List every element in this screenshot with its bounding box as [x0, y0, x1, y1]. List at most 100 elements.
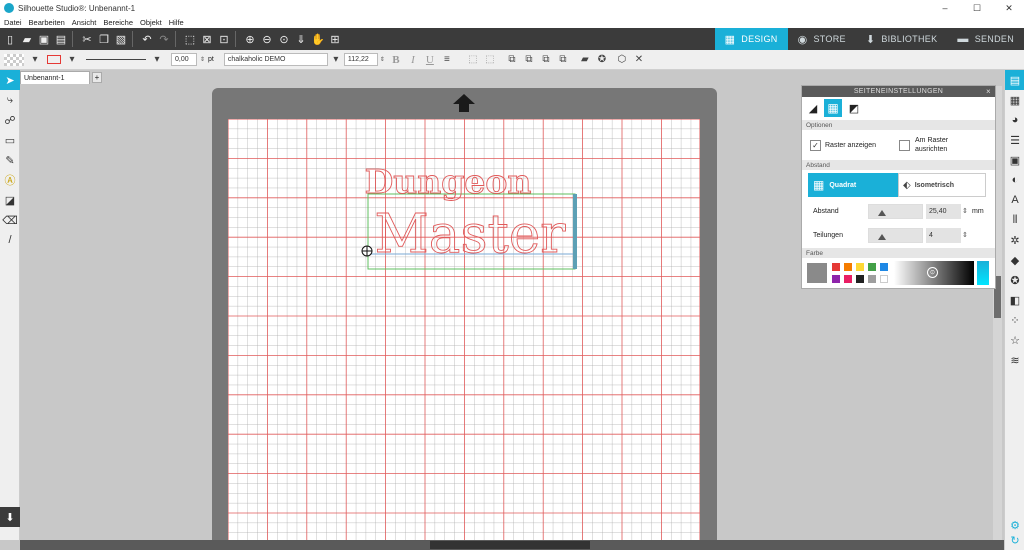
horizontal-scroll-thumb[interactable]: [430, 541, 590, 549]
weld-icon[interactable]: ▰: [579, 54, 591, 65]
color-swatch[interactable]: [844, 275, 852, 283]
design-page[interactable]: Dungeon Master: [228, 119, 700, 544]
font-size-field[interactable]: 112,22: [343, 53, 378, 66]
snap-grid-checkbox[interactable]: [899, 140, 910, 153]
rectangle-tool-icon[interactable]: ▭: [0, 130, 20, 150]
page-settings-icon[interactable]: ▤: [1005, 70, 1024, 90]
select-tool-icon[interactable]: ➤: [0, 70, 20, 90]
teilungen-slider[interactable]: [868, 228, 923, 243]
eraser-icon[interactable]: ⌫: [0, 210, 20, 230]
page-tab-icon[interactable]: ◢: [804, 99, 822, 117]
tab-store[interactable]: ◉ STORE: [788, 28, 856, 50]
print-icon[interactable]: ▤: [54, 32, 68, 46]
undo-icon[interactable]: ↶: [140, 32, 154, 46]
sync-icon[interactable]: ↻: [1005, 530, 1024, 550]
quadrat-button[interactable]: ▦ Quadrat: [808, 173, 898, 197]
ungroup-icon[interactable]: ⬚: [484, 54, 496, 65]
shape-tool-icon[interactable]: ☍: [0, 110, 20, 130]
stepper-icon[interactable]: ⇕: [380, 56, 385, 63]
bring-forward-icon[interactable]: ⧉: [540, 54, 552, 65]
stepper-icon[interactable]: ⇕: [962, 207, 968, 215]
zoom-in-icon[interactable]: ⊕: [243, 32, 257, 46]
grid-tab-icon[interactable]: ▦: [824, 99, 842, 117]
library-panel-icon[interactable]: ⬇: [0, 507, 20, 527]
favorite-icon[interactable]: ☆: [1005, 330, 1024, 350]
fill-tool-icon[interactable]: ◪: [0, 190, 20, 210]
teilungen-value[interactable]: 4: [926, 228, 961, 243]
menu-hilfe[interactable]: Hilfe: [169, 18, 184, 27]
maximize-button[interactable]: ☐: [962, 0, 992, 16]
select-by-color-icon[interactable]: ⊡: [217, 32, 231, 46]
align-icon[interactable]: ⫴: [1005, 210, 1024, 230]
color-swatch[interactable]: [832, 275, 840, 283]
chevron-down-icon[interactable]: ▾: [151, 54, 163, 65]
modify-icon[interactable]: ◆: [1005, 250, 1024, 270]
color-swatch[interactable]: [868, 275, 876, 283]
pan-hand-icon[interactable]: ✋: [311, 32, 325, 46]
text-align-icon[interactable]: ≡: [441, 54, 453, 65]
line-style-panel-icon[interactable]: ☰: [1005, 130, 1024, 150]
cube-icon[interactable]: ⬡: [616, 54, 628, 65]
stepper-icon[interactable]: ⇕: [962, 231, 968, 239]
text-dungeon[interactable]: Dungeon: [364, 162, 532, 202]
line-style-icon[interactable]: [86, 59, 146, 60]
deselect-icon[interactable]: ⊠: [200, 32, 214, 46]
cut-icon[interactable]: ✂: [80, 32, 94, 46]
tab-design[interactable]: ▦ DESIGN: [714, 28, 788, 50]
color-swatch[interactable]: [880, 263, 888, 271]
color-swatch[interactable]: [880, 275, 888, 283]
pattern-icon[interactable]: ≋: [1005, 350, 1024, 370]
document-tab[interactable]: Unbenannt-1: [20, 71, 90, 84]
isometrisch-button[interactable]: ⬖ Isometrisch: [898, 173, 986, 197]
chevron-down-icon[interactable]: ▾: [66, 54, 78, 65]
send-back-icon[interactable]: ⧉: [523, 54, 535, 65]
redo-icon[interactable]: ↷: [157, 32, 171, 46]
knife-icon[interactable]: /: [0, 230, 20, 250]
drag-page-icon[interactable]: ⇓: [294, 32, 308, 46]
sketch-icon[interactable]: ⁘: [1005, 310, 1024, 330]
zoom-out-icon[interactable]: ⊖: [260, 32, 274, 46]
menu-objekt[interactable]: Objekt: [140, 18, 162, 27]
pencil-tool-icon[interactable]: ✎: [0, 150, 20, 170]
line-color-icon[interactable]: [47, 55, 61, 64]
menu-datei[interactable]: Datei: [4, 18, 22, 27]
send-backward-icon[interactable]: ⧉: [557, 54, 569, 65]
select-all-icon[interactable]: ⬚: [183, 32, 197, 46]
fit-page-icon[interactable]: ⊞: [328, 32, 342, 46]
color-swatch[interactable]: [868, 263, 876, 271]
tab-bibliothek[interactable]: ⬇ BIBLIOTHEK: [856, 28, 948, 50]
tab-senden[interactable]: ▬ SENDEN: [947, 28, 1024, 50]
text-resize-handle[interactable]: [573, 194, 577, 269]
background-tab-icon[interactable]: ◩: [845, 99, 863, 117]
abstand-value[interactable]: 25,40: [926, 204, 961, 219]
offset-icon[interactable]: ✪: [1005, 270, 1024, 290]
transform-icon[interactable]: ▦: [1005, 90, 1024, 110]
paste-icon[interactable]: ▧: [114, 32, 128, 46]
chevron-down-icon[interactable]: ▾: [29, 54, 41, 65]
fill-color-icon[interactable]: [4, 53, 24, 66]
text-tool-icon[interactable]: Ⓐ: [0, 170, 20, 190]
text-master[interactable]: Master: [374, 204, 567, 266]
font-select[interactable]: chalkaholic DEMO: [223, 53, 328, 66]
color-swatch[interactable]: [856, 275, 864, 283]
bring-front-icon[interactable]: ⧉: [506, 54, 518, 65]
group-icon[interactable]: ⬚: [467, 54, 479, 65]
color-gradient-picker[interactable]: ⊙: [894, 261, 974, 285]
close-window-button[interactable]: ✕: [994, 0, 1024, 16]
save-icon[interactable]: ▣: [37, 32, 51, 46]
menu-bearbeiten[interactable]: Bearbeiten: [29, 18, 65, 27]
menu-ansicht[interactable]: Ansicht: [72, 18, 97, 27]
stepper-icon[interactable]: ⇕: [200, 56, 205, 63]
palette-icon[interactable]: ◕: [1005, 110, 1024, 130]
star-icon[interactable]: ✪: [596, 54, 608, 65]
copy-icon[interactable]: ❐: [97, 32, 111, 46]
text-style-icon[interactable]: A: [1005, 190, 1024, 210]
color-swatch[interactable]: [856, 263, 864, 271]
show-grid-checkbox[interactable]: ✓: [810, 140, 821, 151]
italic-button[interactable]: I: [407, 54, 419, 66]
contrast-icon[interactable]: ◐: [1005, 170, 1024, 190]
abstand-slider[interactable]: [868, 204, 923, 219]
minimize-button[interactable]: –: [930, 0, 960, 16]
line-width-field[interactable]: 0,00: [171, 53, 197, 66]
hue-slider[interactable]: [977, 261, 989, 285]
